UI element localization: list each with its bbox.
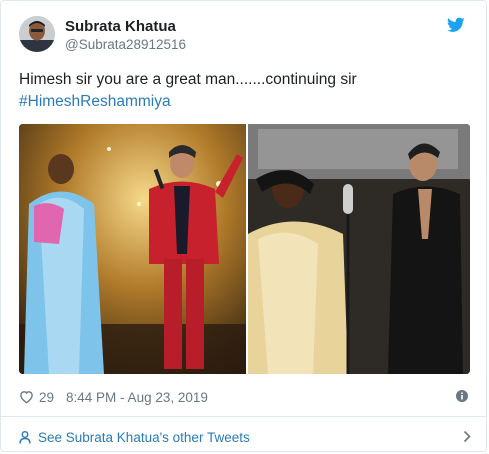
tweet-timestamp[interactable]: 8:44 PM - Aug 23, 2019 xyxy=(66,390,208,405)
tweet-text: Himesh sir you are a great man.......con… xyxy=(19,71,357,88)
heart-icon[interactable] xyxy=(19,390,34,404)
stage-photo-image xyxy=(19,124,246,374)
like-count[interactable]: 29 xyxy=(39,390,54,405)
author-name[interactable]: Subrata Khatua xyxy=(65,18,176,35)
chevron-right-icon[interactable] xyxy=(463,430,471,443)
avatar-image xyxy=(19,16,55,52)
photo-stage[interactable] xyxy=(19,124,246,374)
other-tweets-link[interactable]: See Subrata Khatua's other Tweets xyxy=(19,426,471,448)
tweet-card: Subrata Khatua @Subrata28912516 Himesh s… xyxy=(0,0,487,452)
person-icon xyxy=(19,430,31,444)
tweet-media[interactable] xyxy=(19,124,470,374)
avatar[interactable] xyxy=(19,16,55,52)
info-icon[interactable] xyxy=(456,390,468,402)
twitter-bird-icon[interactable] xyxy=(447,17,465,33)
tweet-header: Subrata Khatua @Subrata28912516 xyxy=(19,13,471,57)
tweet-body: Himesh sir you are a great man.......con… xyxy=(19,69,471,113)
studio-photo-image xyxy=(248,124,470,374)
other-tweets-label[interactable]: See Subrata Khatua's other Tweets xyxy=(38,430,250,445)
hashtag-link[interactable]: #HimeshReshammiya xyxy=(19,91,171,113)
tweet-meta: 29 8:44 PM - Aug 23, 2019 xyxy=(19,387,208,407)
photo-studio[interactable] xyxy=(248,124,470,374)
divider xyxy=(1,416,486,417)
author-handle[interactable]: @Subrata28912516 xyxy=(65,37,186,52)
